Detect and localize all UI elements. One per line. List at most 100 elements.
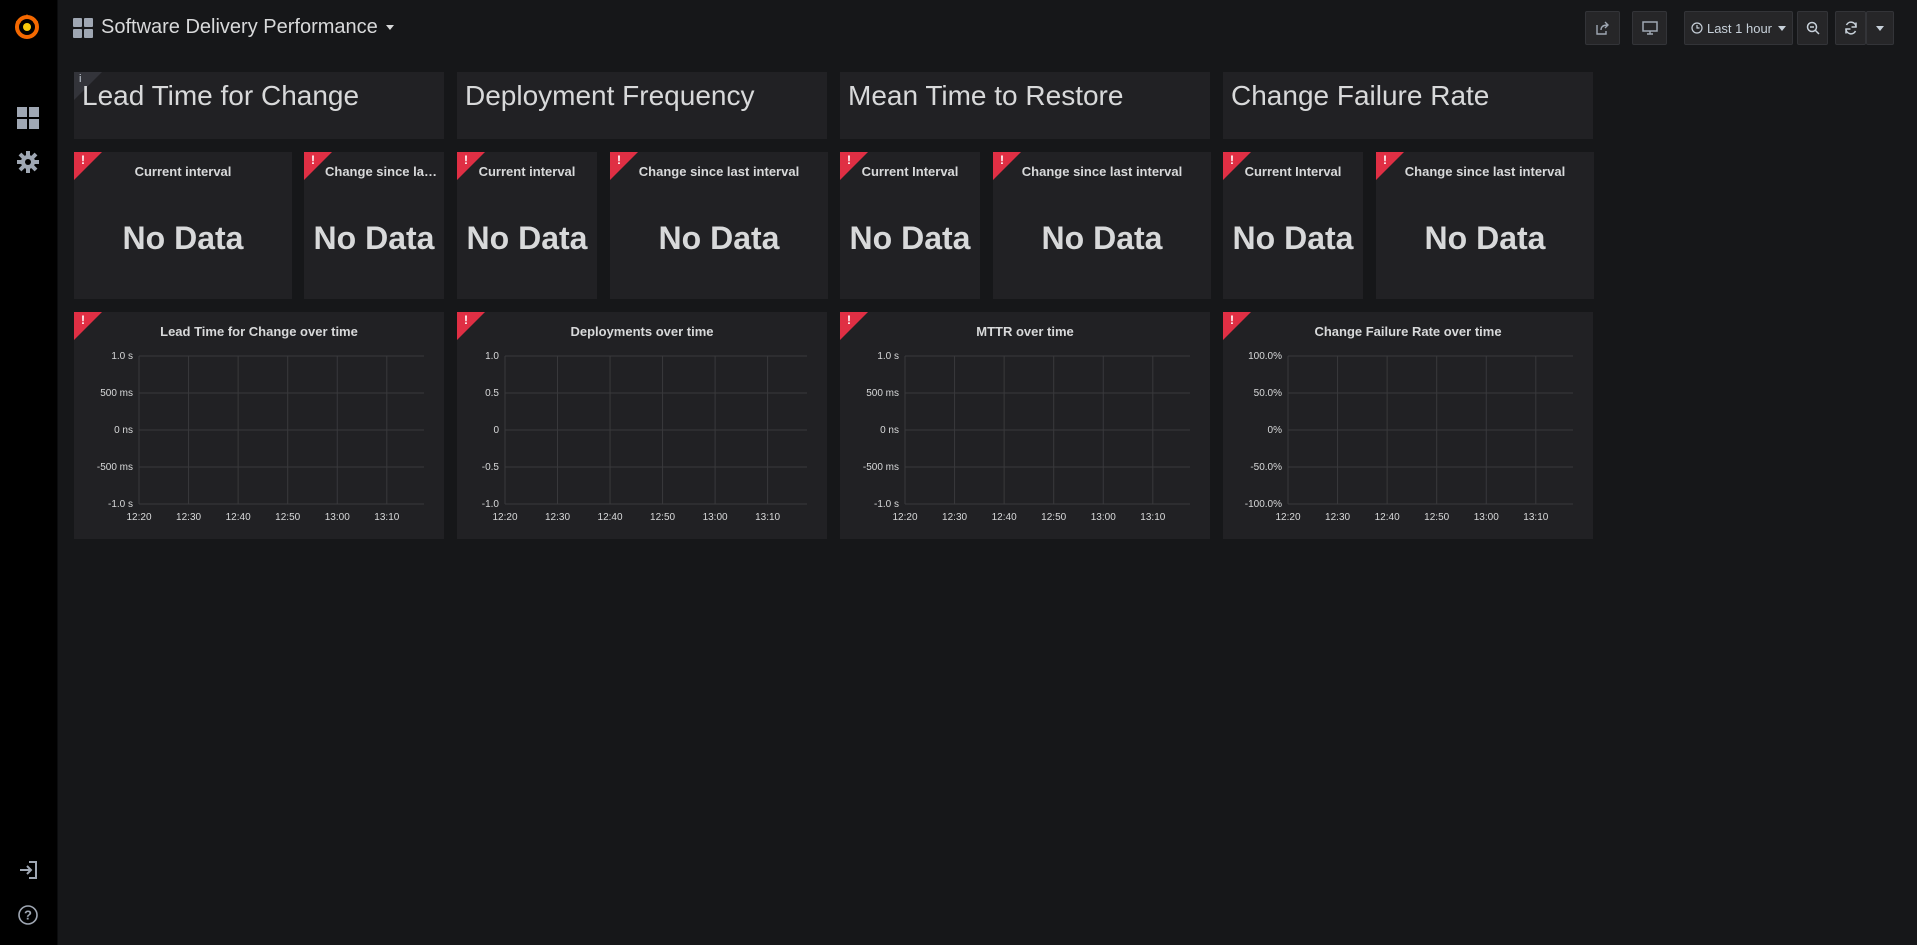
x-tick-label: 12:20 [126, 512, 151, 523]
help-icon[interactable]: ? [15, 902, 41, 928]
panel-title[interactable]: Change Failure Rate over time [1223, 324, 1593, 339]
x-tick-label: 12:30 [942, 512, 967, 523]
chevron-down-icon [385, 25, 394, 31]
y-tick-label: -1.0 [482, 499, 500, 510]
x-tick-label: 12:40 [1375, 512, 1400, 523]
x-tick-label: 12:50 [275, 512, 300, 523]
graph-plot[interactable]: 1.0 0.5 0 -0.5 -1.0 12:20 12:30 12:40 12:50 13:00… [457, 346, 827, 536]
refresh-icon [1844, 21, 1857, 35]
share-dashboard-button[interactable] [1585, 11, 1620, 45]
dashboard-grid-icon [73, 18, 93, 38]
stat-panel: ! Current Interval No Data [840, 152, 980, 299]
y-tick-label: -0.5 [482, 462, 500, 473]
panel-title[interactable]: Current Interval [840, 164, 980, 179]
time-range-label: Last 1 hour [1706, 20, 1773, 36]
panel-title[interactable]: Deployments over time [457, 324, 827, 339]
y-tick-label: -500 ms [863, 462, 899, 473]
stat-panel: ! Current interval No Data [457, 152, 597, 299]
x-tick-label: 12:50 [1041, 512, 1066, 523]
graph-panel-deployments: ! Deployments over time 1.0 0.5 0 -0.5 -1.0 1… [457, 312, 827, 539]
graph-plot[interactable]: 100.0% 50.0% 0% -50.0% -100.0% 12:20 12:30 12:4… [1223, 346, 1593, 536]
graph-plot[interactable]: 1.0 s 500 ms 0 ns -500 ms -1.0 s 12:20 12:30 12… [74, 346, 444, 536]
stat-panel: ! Current Interval No Data [1223, 152, 1363, 299]
y-tick-label: 0 ns [880, 425, 899, 436]
x-tick-label: 12:50 [650, 512, 675, 523]
sign-in-icon[interactable] [15, 857, 41, 883]
stat-panel: ! Change since last interval No Data [610, 152, 828, 299]
stat-value: No Data [466, 220, 588, 256]
section-title: Change Failure Rate [1231, 80, 1490, 111]
section-panel-lead-time: i Lead Time for Change [74, 72, 444, 139]
dashboard-title-picker[interactable]: Software Delivery Performance [101, 16, 394, 39]
stat-value: No Data [849, 220, 971, 256]
side-menu: ? [0, 0, 58, 945]
panel-title[interactable]: Change since la… [322, 164, 440, 179]
y-tick-label: 0% [1268, 425, 1283, 436]
panel-title[interactable]: Current Interval [1223, 164, 1363, 179]
x-tick-label: 12:30 [1325, 512, 1350, 523]
panel-title[interactable]: Change since last interval [1376, 164, 1594, 179]
caret-down-icon [1876, 25, 1884, 31]
y-tick-label: 1.0 s [877, 351, 899, 362]
top-navbar: Software Delivery Performance Last 1 hou… [57, 0, 1917, 55]
y-tick-label: -1.0 s [108, 499, 133, 510]
stat-panel: ! Change since last interval No Data [993, 152, 1211, 299]
grafana-logo-icon[interactable] [12, 12, 42, 42]
section-panel-deployment-frequency: Deployment Frequency [457, 72, 827, 139]
y-tick-label: 1.0 [485, 351, 499, 362]
section-title: Lead Time for Change [82, 80, 360, 111]
monitor-icon [1641, 21, 1658, 35]
graph-panel-lead-time: ! Lead Time for Change over time 1.0 s 50… [74, 312, 444, 539]
stat-value: No Data [658, 220, 780, 256]
svg-text:?: ? [24, 908, 32, 923]
share-icon [1595, 21, 1609, 35]
panel-title[interactable]: Change since last interval [610, 164, 828, 179]
section-panel-mttr: Mean Time to Restore [840, 72, 1210, 139]
stat-panel: ! Change since la… No Data [304, 152, 444, 299]
x-tick-label: 13:10 [1523, 512, 1548, 523]
stat-panel: ! Change since last interval No Data [1376, 152, 1594, 299]
x-tick-label: 12:20 [492, 512, 517, 523]
stat-value: No Data [1232, 220, 1354, 256]
y-tick-label: -50.0% [1250, 462, 1282, 473]
x-tick-label: 13:00 [325, 512, 350, 523]
y-tick-label: -500 ms [97, 462, 133, 473]
panel-title[interactable]: MTTR over time [840, 324, 1210, 339]
panel-title[interactable]: Current interval [74, 164, 292, 179]
stat-value: No Data [1424, 220, 1546, 256]
configuration-gear-icon[interactable] [15, 149, 41, 175]
graph-plot[interactable]: 1.0 s 500 ms 0 ns -500 ms -1.0 s 12:20 12:30 12… [840, 346, 1210, 536]
refresh-interval-dropdown[interactable] [1866, 11, 1894, 45]
y-tick-label: 50.0% [1254, 388, 1282, 399]
x-tick-label: 12:30 [545, 512, 570, 523]
zoom-out-icon [1806, 21, 1820, 35]
cycle-view-mode-button[interactable] [1632, 11, 1667, 45]
y-tick-label: 1.0 s [111, 351, 133, 362]
refresh-button[interactable] [1835, 11, 1866, 45]
x-tick-label: 13:00 [1474, 512, 1499, 523]
panel-title[interactable]: Current interval [457, 164, 597, 179]
time-range-picker[interactable]: Last 1 hour [1684, 11, 1793, 45]
error-icon[interactable]: ! [311, 153, 315, 167]
x-tick-label: 12:30 [176, 512, 201, 523]
zoom-out-button[interactable] [1797, 11, 1828, 45]
x-tick-label: 13:00 [703, 512, 728, 523]
dashboards-icon[interactable] [15, 105, 41, 131]
caret-down-icon [1778, 25, 1787, 31]
graph-panel-mttr: ! MTTR over time 1.0 s 500 ms 0 ns -500 ms -… [840, 312, 1210, 539]
x-tick-label: 13:10 [755, 512, 780, 523]
x-tick-label: 12:20 [892, 512, 917, 523]
panel-title[interactable]: Change since last interval [993, 164, 1211, 179]
section-panel-change-failure-rate: Change Failure Rate [1223, 72, 1593, 139]
clock-icon [1691, 22, 1703, 34]
x-tick-label: 12:40 [226, 512, 251, 523]
section-title: Mean Time to Restore [848, 80, 1124, 111]
y-tick-label: -1.0 s [874, 499, 899, 510]
x-tick-label: 12:20 [1275, 512, 1300, 523]
y-tick-label: 0.5 [485, 388, 499, 399]
stat-panel: ! Current interval No Data [74, 152, 292, 299]
y-tick-label: 0 ns [114, 425, 133, 436]
panel-title[interactable]: Lead Time for Change over time [74, 324, 444, 339]
x-tick-label: 12:40 [992, 512, 1017, 523]
x-tick-label: 13:10 [374, 512, 399, 523]
